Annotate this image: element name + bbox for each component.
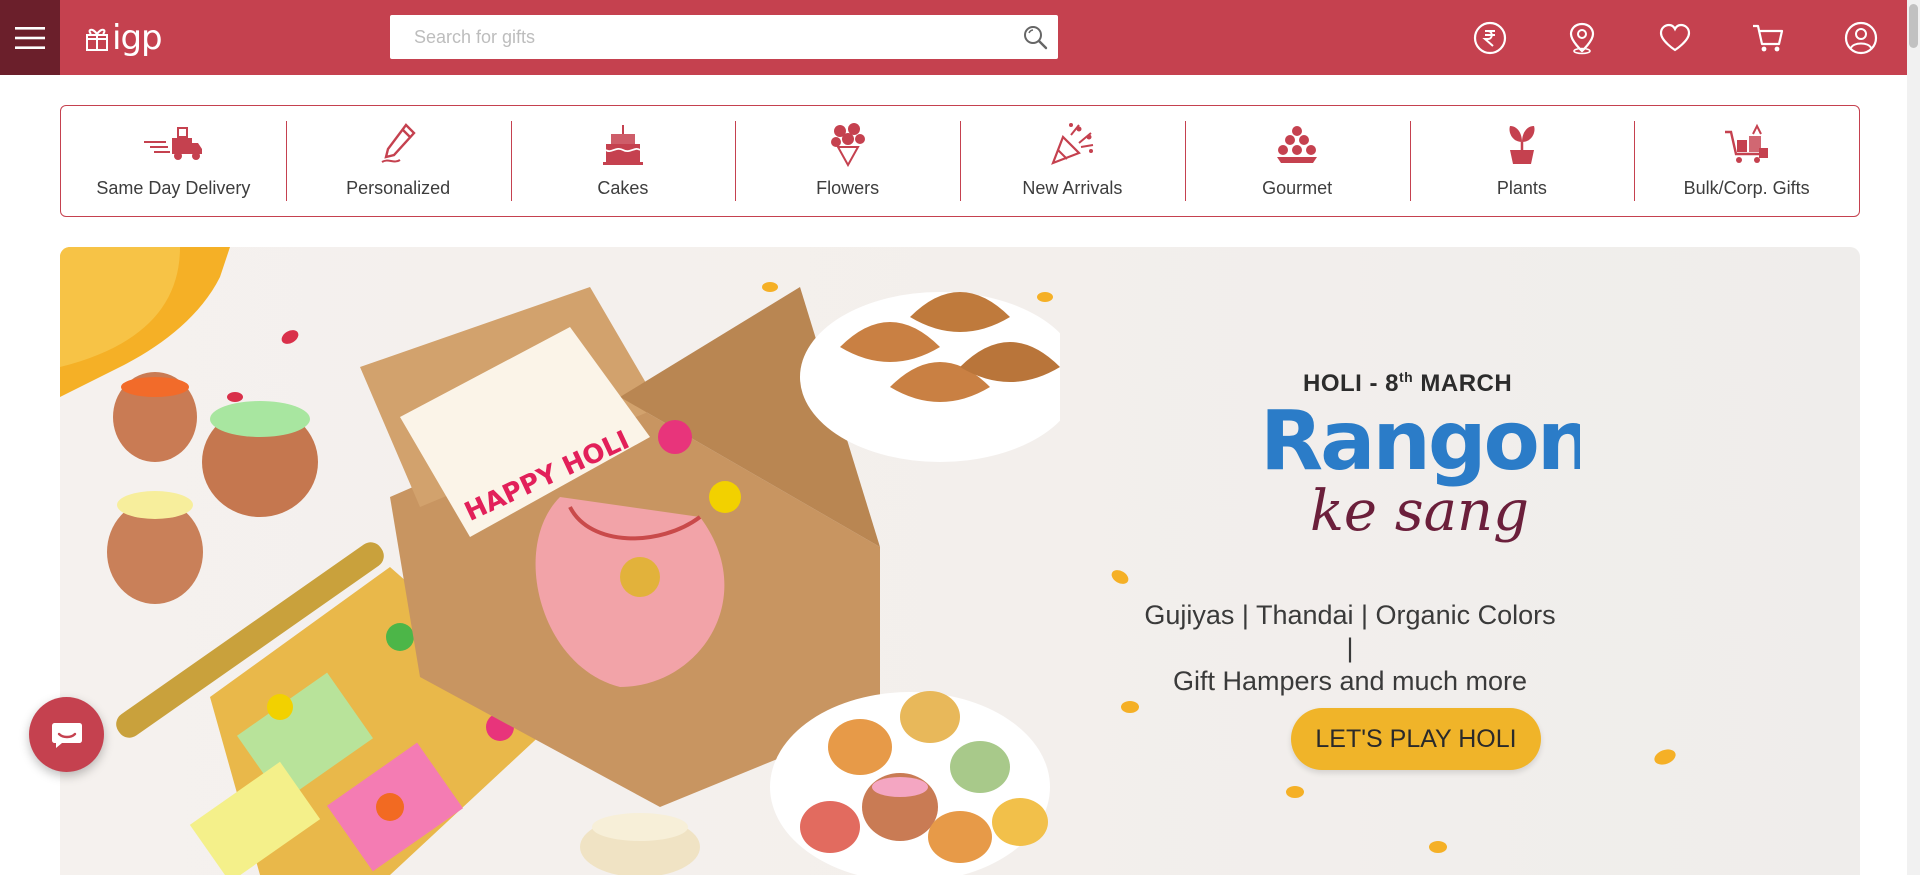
category-label: Gourmet xyxy=(1262,178,1333,198)
holi-promo-banner[interactable]: HAPPY HOLI HOLI - 8th MARCH Rangon ke sa… xyxy=(60,247,1860,875)
location-icon xyxy=(1569,22,1595,55)
plant-icon xyxy=(1509,126,1535,164)
logo-text: igp xyxy=(112,18,163,58)
wishlist-button[interactable] xyxy=(1657,20,1693,56)
page-scrollbar[interactable] xyxy=(1907,0,1920,875)
category-label: Bulk/Corp. Gifts xyxy=(1683,178,1810,198)
account-icon xyxy=(1844,21,1878,55)
location-button[interactable] xyxy=(1564,20,1600,56)
category-label: Personalized xyxy=(346,178,451,198)
igp-logo[interactable]: igp xyxy=(84,18,163,58)
category-strip: Same Day Delivery Personalized Cakes Flo… xyxy=(60,105,1860,217)
category-bulk-corp-gifts[interactable]: Bulk/Corp. Gifts xyxy=(1634,106,1859,216)
cart-button[interactable] xyxy=(1750,20,1786,56)
pencil-icon xyxy=(381,123,416,163)
account-button[interactable] xyxy=(1843,20,1879,56)
category-flowers[interactable]: Flowers xyxy=(735,106,960,216)
category-label: Plants xyxy=(1496,178,1547,198)
category-label: New Arrivals xyxy=(1022,178,1123,198)
chat-bubble-icon xyxy=(51,722,82,748)
party-popper-icon xyxy=(1051,123,1094,165)
category-gourmet[interactable]: Gourmet xyxy=(1184,106,1410,216)
category-new-arrivals[interactable]: New Arrivals xyxy=(960,106,1185,216)
category-label: Cakes xyxy=(597,178,649,198)
cart-icon xyxy=(1753,24,1784,52)
cake-icon xyxy=(602,125,643,165)
category-plants[interactable]: Plants xyxy=(1409,106,1635,216)
category-label: Flowers xyxy=(816,178,880,198)
rupee-currency-icon xyxy=(1473,21,1507,55)
hamburger-menu-button[interactable] xyxy=(0,0,60,75)
gift-logo-icon xyxy=(86,28,108,51)
scrollbar-thumb[interactable] xyxy=(1909,4,1918,48)
search-input[interactable] xyxy=(390,15,1058,59)
delivery-truck-icon xyxy=(144,127,203,160)
bouquet-icon xyxy=(830,123,865,167)
holi-hamper-illustration: HAPPY HOLI xyxy=(60,247,1060,875)
hamburger-icon xyxy=(15,26,45,49)
category-cakes[interactable]: Cakes xyxy=(510,106,736,216)
tagline-line-2: Gift Hampers and much more xyxy=(1172,666,1528,696)
search-icon[interactable] xyxy=(1022,24,1048,50)
ke-sang-script: ke sang xyxy=(1310,479,1529,544)
chat-support-button[interactable] xyxy=(29,697,104,772)
lets-play-holi-button[interactable]: LET'S PLAY HOLI xyxy=(1291,708,1541,770)
category-same-day-delivery[interactable]: Same Day Delivery xyxy=(61,106,286,216)
confetti-decoration xyxy=(1111,570,1676,853)
category-label: Same Day Delivery xyxy=(96,178,251,198)
svg-text:Rangon: Rangon xyxy=(1260,397,1580,487)
currency-button[interactable] xyxy=(1472,20,1508,56)
search-bar xyxy=(390,15,1058,59)
heart-icon xyxy=(1659,23,1691,52)
holi-date-heading: HOLI - 8th MARCH xyxy=(1303,369,1513,397)
rangon-headline: Rangon xyxy=(1260,397,1580,487)
category-personalized[interactable]: Personalized xyxy=(285,106,511,216)
sweets-icon xyxy=(1277,126,1318,163)
gift-cart-icon xyxy=(1724,123,1768,163)
top-header: igp xyxy=(0,0,1907,75)
tagline-line-1: Gujiyas | Thandai | Organic Colors | xyxy=(1144,600,1556,663)
banner-tagline: Gujiyas | Thandai | Organic Colors | Gif… xyxy=(1140,599,1560,698)
